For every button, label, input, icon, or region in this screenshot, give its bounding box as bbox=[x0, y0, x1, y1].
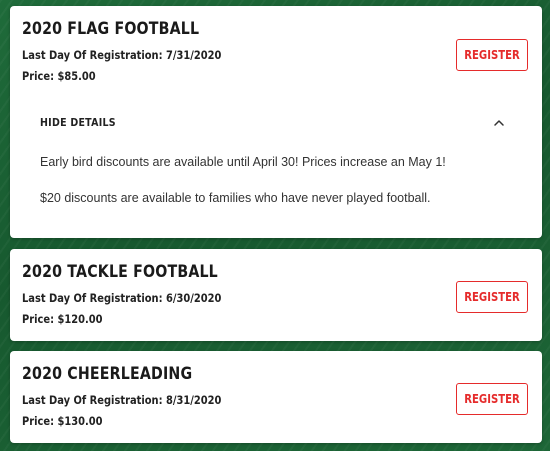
register-button[interactable]: REGISTER bbox=[456, 383, 528, 415]
register-button[interactable]: REGISTER bbox=[456, 281, 528, 313]
program-price: Price: $130.00 bbox=[22, 414, 103, 428]
register-button-label: REGISTER bbox=[464, 392, 520, 406]
program-title: 2020 TACKLE FOOTBALL bbox=[22, 262, 218, 281]
program-card-tackle-football: 2020 TACKLE FOOTBALL Last Day Of Registr… bbox=[10, 249, 542, 341]
program-card-cheerleading: 2020 CHEERLEADING Last Day Of Registrati… bbox=[10, 351, 542, 443]
register-button-label: REGISTER bbox=[464, 48, 520, 62]
registration-deadline: Last Day Of Registration: 8/31/2020 bbox=[22, 393, 222, 407]
registration-deadline: Last Day Of Registration: 6/30/2020 bbox=[22, 291, 222, 305]
register-button[interactable]: REGISTER bbox=[456, 39, 528, 71]
details-text: Early bird discounts are available until… bbox=[40, 155, 446, 169]
program-price: Price: $85.00 bbox=[22, 69, 96, 83]
details-text: $20 discounts are available to families … bbox=[40, 191, 431, 205]
registration-deadline: Last Day Of Registration: 7/31/2020 bbox=[22, 48, 222, 62]
register-button-label: REGISTER bbox=[464, 290, 520, 304]
program-price: Price: $120.00 bbox=[22, 312, 103, 326]
program-card-flag-football: 2020 FLAG FOOTBALL Last Day Of Registrat… bbox=[10, 6, 542, 238]
details-toggle-label: HIDE DETAILS bbox=[40, 116, 116, 129]
program-title: 2020 CHEERLEADING bbox=[22, 364, 193, 383]
hide-details-toggle[interactable]: HIDE DETAILS bbox=[22, 108, 530, 138]
chevron-up-icon bbox=[494, 120, 504, 126]
program-title: 2020 FLAG FOOTBALL bbox=[22, 19, 200, 38]
